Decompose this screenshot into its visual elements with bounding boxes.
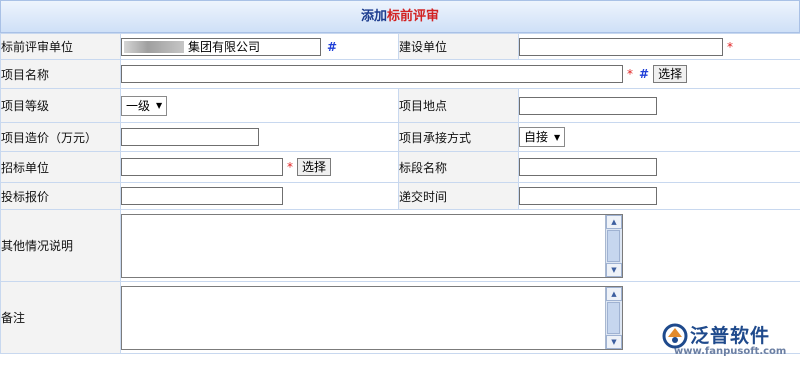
grade-value: 一级 [126,98,151,113]
scroll-down-icon[interactable]: ▼ [606,334,622,349]
contract-mode-cell: 自接 ▼ [518,122,800,152]
grade-cell: 一级 ▼ [120,88,399,123]
other-info-label: 其他情况说明 [0,209,121,282]
other-info-cell: ▲ ▼ [120,209,800,282]
scroll-down-icon[interactable]: ▼ [606,262,622,277]
section-name-cell [518,151,800,183]
project-name-input[interactable] [121,65,623,83]
redacted-text [124,41,184,53]
remarks-textarea[interactable]: ▲ ▼ [121,285,623,350]
watermark-logo: 泛普软件 www.fanpusoft.com [662,321,792,361]
bid-price-input[interactable] [121,187,283,205]
unit-cell: 集团有限公司 # [120,33,399,60]
header-title-prefix: 添加 [360,9,387,24]
location-cell [518,88,800,123]
bid-price-cell [120,182,399,210]
cost-input[interactable] [121,128,259,146]
required-mark: * [287,160,293,174]
project-name-select-button[interactable]: 选择 [653,65,688,83]
unit-label: 标前评审单位 [0,33,121,60]
scroll-up-icon[interactable]: ▲ [606,214,622,229]
submit-time-cell [518,182,800,210]
contract-mode-label: 项目承接方式 [398,122,519,152]
unit-value: 集团有限公司 [188,39,261,54]
unit-hash-link[interactable]: # [327,40,337,54]
project-name-hash-link[interactable]: # [639,67,649,81]
construction-unit-cell: * [518,33,800,60]
project-name-label: 项目名称 [0,59,121,89]
tender-unit-label: 招标单位 [0,151,121,183]
cost-label: 项目造价（万元） [0,122,121,152]
header-title-highlight: 标前评审 [387,9,440,24]
construction-unit-label: 建设单位 [398,33,519,60]
tender-unit-cell: * 选择 [120,151,399,183]
submit-time-input[interactable] [519,187,657,205]
section-name-label: 标段名称 [398,151,519,183]
watermark-brand: 泛普软件 [690,325,771,347]
location-input[interactable] [519,96,657,115]
contract-mode-select[interactable]: 自接 ▼ [519,127,566,147]
form-table: 标前评审单位 集团有限公司 # 建设单位 * 项目名称 * # 选择 项目等级 一级 ▼… [0,33,800,354]
tender-unit-input[interactable] [121,158,283,176]
scroll-thumb[interactable] [607,229,620,262]
other-info-textarea[interactable]: ▲ ▼ [121,213,623,278]
construction-unit-input[interactable] [519,37,723,56]
required-mark: * [727,39,733,54]
chevron-down-icon: ▼ [156,101,163,110]
location-label: 项目地点 [398,88,519,123]
other-info-scrollbar[interactable]: ▲ ▼ [605,214,622,277]
scroll-up-icon[interactable]: ▲ [606,286,622,301]
submit-time-label: 递交时间 [398,182,519,210]
cost-cell [120,122,399,152]
form-header: 添加标前评审 [0,0,800,33]
unit-field[interactable]: 集团有限公司 [121,37,321,56]
project-name-cell: * # 选择 [120,59,800,89]
remarks-scrollbar[interactable]: ▲ ▼ [605,286,622,349]
remarks-label: 备注 [0,281,121,354]
scroll-thumb[interactable] [607,301,620,334]
required-mark: * [627,67,633,81]
grade-label: 项目等级 [0,88,121,123]
chevron-down-icon: ▼ [554,132,561,142]
bid-price-label: 投标报价 [0,182,121,210]
contract-mode-value: 自接 [524,130,549,144]
grade-select[interactable]: 一级 ▼ [121,95,168,116]
tender-unit-select-button[interactable]: 选择 [297,158,332,176]
watermark-url: www.fanpusoft.com [674,346,787,357]
section-name-input[interactable] [519,158,657,176]
